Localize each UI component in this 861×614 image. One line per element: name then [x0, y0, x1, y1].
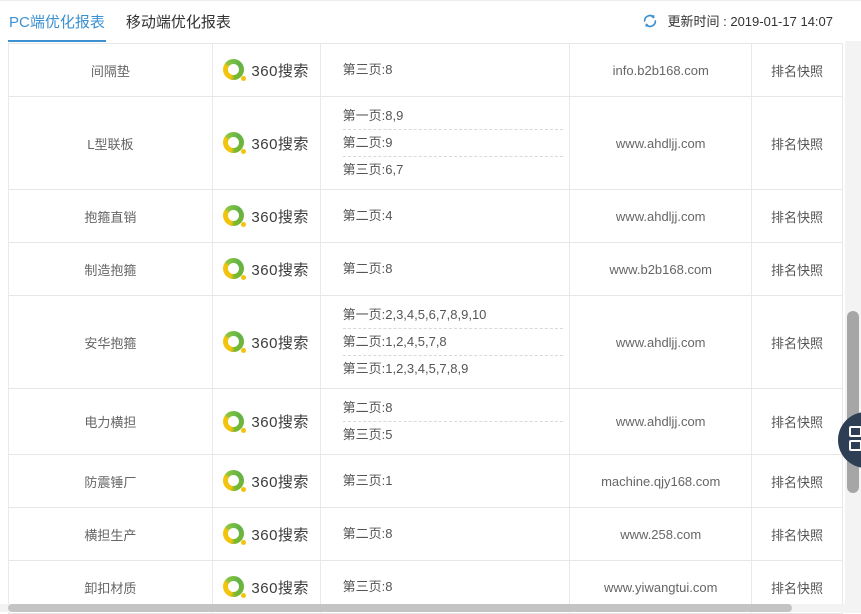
engine-cell: 360搜索: [213, 97, 321, 189]
engine-name-label: 360搜索: [251, 332, 309, 353]
horizontal-scrollbar-thumb[interactable]: [8, 604, 792, 612]
table-row: 安华抱箍 360搜索 第一页:2,3,4,5,6,7,8,9,10第二页:1,2…: [9, 296, 842, 389]
pages-cell: 第三页:1: [321, 455, 571, 507]
report-table: 间隔垫 360搜索 第三页:8 info.b2b168.com 排名快照 L型联…: [8, 43, 843, 614]
360-search-logo-icon: [223, 257, 247, 281]
keyword-cell: L型联板: [9, 97, 213, 189]
vertical-scrollbar-track[interactable]: [845, 41, 861, 613]
table-row: 横担生产 360搜索 第二页:8 www.258.com 排名快照: [9, 508, 842, 561]
table-row: 间隔垫 360搜索 第三页:8 info.b2b168.com 排名快照: [9, 44, 842, 97]
domain-cell: info.b2b168.com: [570, 44, 752, 96]
360-search-logo-icon: [223, 469, 247, 493]
page-rank-line: 第三页:6,7: [343, 157, 564, 183]
keyword-cell: 间隔垫: [9, 44, 213, 96]
engine-name-label: 360搜索: [251, 471, 309, 492]
page-rank-line: 第三页:5: [343, 422, 564, 448]
pages-cell: 第二页:4: [321, 190, 571, 242]
tab-mobile-report[interactable]: 移动端优化报表: [125, 9, 232, 42]
360-search-logo-icon: [223, 58, 247, 82]
horizontal-scrollbar-track[interactable]: [0, 604, 845, 612]
domain-cell: machine.qjy168.com: [570, 455, 752, 507]
360-search-logo-icon: [223, 575, 247, 599]
pages-cell: 第一页:2,3,4,5,6,7,8,9,10第二页:1,2,4,5,7,8第三页…: [321, 296, 571, 388]
tab-bar: PC端优化报表 移动端优化报表 更新时间 : 2019-01-17 14:07: [0, 1, 861, 43]
page-rank-line: 第二页:4: [343, 203, 564, 229]
snapshot-link[interactable]: 排名快照: [752, 508, 842, 560]
engine-cell: 360搜索: [213, 243, 321, 295]
snapshot-link[interactable]: 排名快照: [752, 44, 842, 96]
keyword-cell: 制造抱箍: [9, 243, 213, 295]
domain-cell: www.258.com: [570, 508, 752, 560]
pages-cell: 第二页:8: [321, 243, 571, 295]
page-rank-line: 第二页:8: [343, 521, 564, 547]
engine-cell: 360搜索: [213, 389, 321, 454]
snapshot-link[interactable]: 排名快照: [752, 389, 842, 454]
engine-cell: 360搜索: [213, 455, 321, 507]
engine-cell: 360搜索: [213, 44, 321, 96]
engine-name-label: 360搜索: [251, 411, 309, 432]
snapshot-link[interactable]: 排名快照: [752, 455, 842, 507]
table-row: 制造抱箍 360搜索 第二页:8 www.b2b168.com 排名快照: [9, 243, 842, 296]
report-tabs: PC端优化报表 移动端优化报表: [8, 9, 232, 42]
keyword-cell: 抱箍直销: [9, 190, 213, 242]
snapshot-link[interactable]: 排名快照: [752, 296, 842, 388]
domain-cell: www.ahdljj.com: [570, 190, 752, 242]
snapshot-link[interactable]: 排名快照: [752, 243, 842, 295]
page-rank-line: 第二页:8: [343, 395, 564, 422]
domain-cell: www.ahdljj.com: [570, 97, 752, 189]
page-rank-line: 第二页:8: [343, 256, 564, 282]
table-row: 防震锤厂 360搜索 第三页:1 machine.qjy168.com 排名快照: [9, 455, 842, 508]
engine-name-label: 360搜索: [251, 206, 309, 227]
engine-name-label: 360搜索: [251, 133, 309, 154]
page-rank-line: 第二页:1,2,4,5,7,8: [343, 329, 564, 356]
snapshot-link[interactable]: 排名快照: [752, 190, 842, 242]
360-search-logo-icon: [223, 131, 247, 155]
engine-cell: 360搜索: [213, 190, 321, 242]
keyword-cell: 横担生产: [9, 508, 213, 560]
engine-name-label: 360搜索: [251, 577, 309, 598]
keyword-cell: 防震锤厂: [9, 455, 213, 507]
pages-cell: 第二页:8: [321, 508, 571, 560]
page-rank-line: 第一页:8,9: [343, 103, 564, 130]
page-rank-line: 第三页:1,2,3,4,5,7,8,9: [343, 356, 564, 382]
refresh-icon[interactable]: [641, 12, 659, 30]
page-rank-line: 第三页:8: [343, 574, 564, 600]
windows-panels-icon: [849, 426, 861, 451]
domain-cell: www.b2b168.com: [570, 243, 752, 295]
360-search-logo-icon: [223, 410, 247, 434]
engine-cell: 360搜索: [213, 296, 321, 388]
360-search-logo-icon: [223, 330, 247, 354]
table-row: 电力横担 360搜索 第二页:8第三页:5 www.ahdljj.com 排名快…: [9, 389, 842, 455]
snapshot-link[interactable]: 排名快照: [752, 97, 842, 189]
page-rank-line: 第三页:1: [343, 468, 564, 494]
engine-name-label: 360搜索: [251, 259, 309, 280]
engine-name-label: 360搜索: [251, 524, 309, 545]
update-time-label: 更新时间 : 2019-01-17 14:07: [668, 11, 833, 30]
360-search-logo-icon: [223, 204, 247, 228]
engine-cell: 360搜索: [213, 508, 321, 560]
pages-cell: 第二页:8第三页:5: [321, 389, 571, 454]
pages-cell: 第三页:8: [321, 44, 571, 96]
tab-pc-report[interactable]: PC端优化报表: [8, 9, 106, 42]
keyword-cell: 电力横担: [9, 389, 213, 454]
page-rank-line: 第一页:2,3,4,5,6,7,8,9,10: [343, 302, 564, 329]
page-rank-line: 第三页:8: [343, 57, 564, 83]
pages-cell: 第一页:8,9第二页:9第三页:6,7: [321, 97, 571, 189]
domain-cell: www.ahdljj.com: [570, 389, 752, 454]
engine-name-label: 360搜索: [251, 60, 309, 81]
table-row: 抱箍直销 360搜索 第二页:4 www.ahdljj.com 排名快照: [9, 190, 842, 243]
domain-cell: www.ahdljj.com: [570, 296, 752, 388]
page-rank-line: 第二页:9: [343, 130, 564, 157]
360-search-logo-icon: [223, 522, 247, 546]
table-row: L型联板 360搜索 第一页:8,9第二页:9第三页:6,7 www.ahdlj…: [9, 97, 842, 190]
update-area: 更新时间 : 2019-01-17 14:07: [641, 11, 833, 30]
keyword-cell: 安华抱箍: [9, 296, 213, 388]
